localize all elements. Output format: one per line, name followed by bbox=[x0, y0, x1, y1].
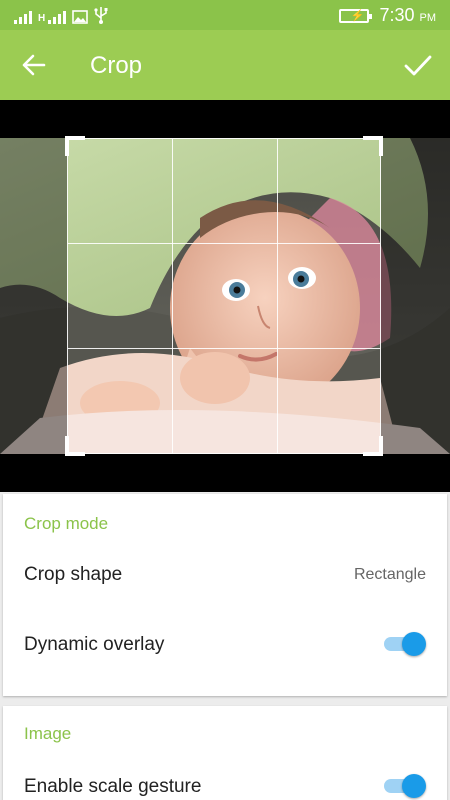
status-icons-right: ⚡ 7:30 PM bbox=[339, 5, 436, 26]
grid-line bbox=[277, 139, 278, 453]
crop-handle-bottom-left[interactable] bbox=[65, 436, 85, 456]
status-clock: 7:30 PM bbox=[379, 5, 436, 25]
section-header-image: Image bbox=[24, 724, 72, 743]
settings-card-image: Image Enable scale gesture bbox=[3, 706, 447, 800]
scale-gesture-toggle[interactable] bbox=[382, 772, 426, 800]
check-icon bbox=[404, 55, 432, 76]
crop-shape-value: Rectangle bbox=[353, 566, 426, 583]
grid-line bbox=[68, 348, 380, 349]
crop-frame[interactable] bbox=[65, 136, 383, 456]
image-icon bbox=[72, 10, 89, 24]
battery-charging-icon: ⚡ bbox=[339, 8, 373, 23]
grid-line bbox=[172, 139, 173, 453]
back-button[interactable] bbox=[18, 50, 52, 80]
usb-icon bbox=[94, 7, 108, 24]
signal-icon bbox=[14, 10, 32, 24]
status-icons-left: H bbox=[14, 6, 108, 24]
settings-card-crop-mode: Crop mode Crop shape Rectangle Dynamic o… bbox=[3, 494, 447, 696]
crop-handle-top-left[interactable] bbox=[65, 136, 85, 156]
arrow-back-icon bbox=[22, 54, 46, 76]
crop-handle-bottom-right[interactable] bbox=[363, 436, 383, 456]
status-bar: H ⚡ 7:30 PM bbox=[0, 0, 450, 30]
toggle-thumb bbox=[402, 632, 426, 656]
crop-dim-right bbox=[381, 138, 450, 454]
dynamic-overlay-label: Dynamic overlay bbox=[24, 634, 165, 655]
crop-handle-top-right[interactable] bbox=[363, 136, 383, 156]
crop-area[interactable] bbox=[0, 100, 450, 492]
scale-gesture-label: Enable scale gesture bbox=[24, 776, 202, 797]
section-header-crop-mode: Crop mode bbox=[24, 514, 109, 533]
network-type: H bbox=[38, 13, 46, 24]
app-bar: Crop bbox=[0, 30, 450, 100]
dynamic-overlay-toggle[interactable] bbox=[382, 630, 426, 658]
crop-dim-left bbox=[0, 138, 67, 454]
page-title: Crop bbox=[90, 52, 143, 79]
confirm-button[interactable] bbox=[400, 48, 436, 82]
grid-line bbox=[68, 243, 380, 244]
toggle-thumb bbox=[402, 774, 426, 798]
crop-shape-label: Crop shape bbox=[24, 564, 123, 585]
signal-icon bbox=[48, 10, 67, 24]
